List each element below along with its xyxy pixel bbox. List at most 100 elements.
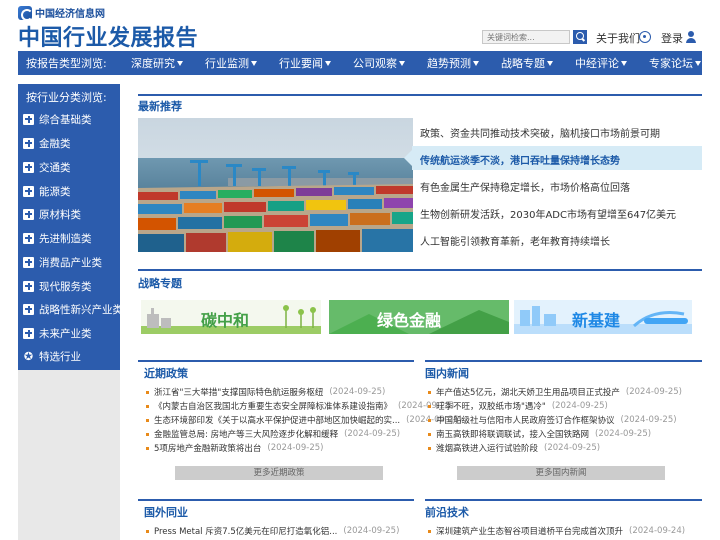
- frontier-divider: [425, 499, 702, 501]
- bullet-icon: [428, 432, 431, 436]
- plus-icon: [23, 327, 34, 339]
- nav-item-strategy-topics[interactable]: 战略专题: [501, 55, 553, 71]
- about-us-link[interactable]: 关于我们: [596, 30, 640, 46]
- news-title: 5项房地产金融新政策将出台: [154, 444, 262, 454]
- news-date: (2024-09-25): [267, 443, 324, 453]
- bullet-icon: [428, 418, 431, 422]
- plus-icon: [23, 208, 34, 220]
- news-title: 中国船级社与信阳市人民政府签订合作框架协议: [436, 416, 615, 426]
- nav-lead-label: 按报告类型浏览:: [26, 57, 107, 70]
- sidebar-item-consumer-goods[interactable]: 消费品产业类: [23, 253, 102, 271]
- sidebar-item-label: 能源类: [39, 185, 71, 198]
- more-policy-button[interactable]: 更多近期政策: [175, 466, 383, 480]
- sidebar-item-label: 战略性新兴产业类: [39, 303, 123, 316]
- sidebar-item-modern-services[interactable]: 现代服务类: [23, 277, 92, 295]
- nav-item-label: 专家论坛: [649, 57, 693, 70]
- bullet-icon: [428, 446, 431, 450]
- sidebar-item-label: 特选行业: [39, 350, 81, 363]
- news-title: 《内蒙古自治区我国北方重要生态安全屏障标准体系建设指南》: [154, 402, 393, 412]
- search-bar: [482, 30, 587, 44]
- news-title: 金融监管总局: 房地产等三大风险逐步化解和缓释: [154, 430, 339, 440]
- news-date: (2024-09-25): [625, 387, 682, 397]
- star-icon: ✪: [23, 349, 34, 363]
- featured-item[interactable]: 政策、资金共同推动技术突破，脑机接口市场前景可期: [420, 125, 660, 140]
- more-domestic-news-button[interactable]: 更多国内新闻: [457, 466, 665, 480]
- sidebar-item-emerging-industries[interactable]: 战略性新兴产业类: [23, 300, 123, 318]
- sidebar-item-general[interactable]: 综合基础类: [23, 110, 92, 128]
- list-item[interactable]: 5项房地产金融新政策将出台 (2024-09-25): [146, 442, 323, 454]
- nav-item-company-watch[interactable]: 公司观察: [353, 55, 405, 71]
- nav-item-label: 战略专题: [501, 57, 545, 70]
- site-title[interactable]: 中国行业发展报告: [18, 20, 198, 52]
- nav-item-commentary[interactable]: 中经评论: [575, 55, 627, 71]
- list-item[interactable]: 年产值达5亿元，湖北天娇卫生用品项目正式投产 (2024-09-25): [428, 386, 682, 398]
- nav-item-industry-monitor[interactable]: 行业监测: [205, 55, 257, 71]
- plus-icon: [23, 256, 34, 268]
- list-item[interactable]: Press Metal 斥资7.5亿美元在印尼打造氧化铝... (2024-09-…: [146, 525, 399, 537]
- news-title: Press Metal 斥资7.5亿美元在印尼打造氧化铝...: [154, 527, 338, 537]
- nav-item-industry-news[interactable]: 行业要闻: [279, 55, 331, 71]
- nav-item-label: 中经评论: [575, 57, 619, 70]
- list-item[interactable]: 深圳建筑产业生态智谷项目道桥平台完成首次顶升 (2024-09-24): [428, 525, 685, 537]
- banner-carbon-neutral[interactable]: 碳中和: [141, 300, 321, 334]
- frontier-title: 前沿技术: [425, 506, 469, 519]
- list-item[interactable]: 中国船级社与信阳市人民政府签订合作框架协议 (2024-09-25): [428, 414, 677, 426]
- domestic-news-title: 国内新闻: [425, 367, 469, 380]
- sidebar-item-finance[interactable]: 金融类: [23, 134, 71, 152]
- site-logo[interactable]: 中国经济信息网: [18, 5, 105, 21]
- foreign-divider: [138, 499, 414, 501]
- featured-item[interactable]: 有色金属生产保持稳定增长，市场价格高位回落: [420, 179, 630, 194]
- search-icon[interactable]: [573, 30, 587, 44]
- news-date: (2024-09-25): [344, 429, 401, 439]
- list-item[interactable]: 金融监管总局: 房地产等三大风险逐步化解和缓释 (2024-09-25): [146, 428, 400, 440]
- list-item[interactable]: 生态环境部印发《关于以高水平保护促进中部地区加快崛起的实... (2024-09-…: [146, 414, 462, 426]
- featured-divider: [138, 94, 702, 96]
- featured-item[interactable]: 生物创新研发活跃，2030年ADC市场有望增至647亿美元: [420, 206, 676, 221]
- featured-hero-image[interactable]: [138, 118, 413, 252]
- list-item[interactable]: 潍烟高铁进入运行试验阶段 (2024-09-25): [428, 442, 600, 454]
- site-header: 中国经济信息网 中国行业发展报告 关于我们 登录: [0, 0, 720, 52]
- report-type-nav: 按报告类型浏览: 深度研究 行业监测 行业要闻 公司观察 趋势预测 战略专题 中…: [18, 51, 702, 75]
- chevron-down-icon: [621, 60, 627, 66]
- user-icon[interactable]: [686, 31, 696, 43]
- sidebar: 按行业分类浏览: 综合基础类 金融类 交通类 能源类 原材料类 先进制造类 消费…: [18, 84, 123, 540]
- news-title: 生态环境部印发《关于以高水平保护促进中部地区加快崛起的实...: [154, 416, 401, 426]
- news-date: (2024-09-25): [329, 387, 386, 397]
- domestic-news-divider: [425, 360, 702, 362]
- nav-item-expert-forum[interactable]: 专家论坛: [649, 55, 701, 71]
- banner-label: 绿色金融: [377, 311, 442, 330]
- list-item[interactable]: 旺季不旺，双胶纸市场"遇冷" (2024-09-25): [428, 400, 608, 412]
- sidebar-item-selected-industries[interactable]: ✪ 特选行业: [23, 347, 81, 365]
- featured-title: 最新推荐: [138, 100, 182, 113]
- news-title: 潍烟高铁进入运行试验阶段: [436, 444, 539, 454]
- login-link[interactable]: 登录: [661, 30, 683, 46]
- banner-new-infrastructure[interactable]: 新基建: [514, 300, 692, 334]
- sidebar-item-future-industries[interactable]: 未来产业类: [23, 324, 92, 342]
- sidebar-item-transport[interactable]: 交通类: [23, 158, 71, 176]
- news-title: 年产值达5亿元，湖北天娇卫生用品项目正式投产: [436, 388, 620, 398]
- sidebar-item-label: 原材料类: [39, 208, 81, 221]
- sidebar-item-raw-materials[interactable]: 原材料类: [23, 205, 81, 223]
- list-item[interactable]: 南玉高铁即将联调联试，接入全国铁路网 (2024-09-25): [428, 428, 651, 440]
- sidebar-item-advanced-manufacturing[interactable]: 先进制造类: [23, 229, 92, 247]
- about-icon[interactable]: [639, 31, 651, 43]
- banner-green-finance[interactable]: 绿色金融: [329, 300, 509, 334]
- featured-item-active[interactable]: 传统航运淡季不淡，港口吞吐量保持增长态势: [420, 152, 620, 167]
- recent-policy-divider: [138, 360, 414, 362]
- bullet-icon: [428, 529, 431, 533]
- chevron-down-icon: [473, 60, 479, 66]
- list-item[interactable]: 浙江省"三大举措"支撑国际特色航运服务枢纽 (2024-09-25): [146, 386, 385, 398]
- sidebar-item-energy[interactable]: 能源类: [23, 182, 71, 200]
- strategy-title: 战略专题: [138, 277, 182, 290]
- sidebar-item-label: 未来产业类: [39, 327, 92, 340]
- nav-item-label: 公司观察: [353, 57, 397, 70]
- nav-item-trend-forecast[interactable]: 趋势预测: [427, 55, 479, 71]
- news-title: 深圳建筑产业生态智谷项目道桥平台完成首次顶升: [436, 527, 624, 537]
- bullet-icon: [428, 404, 431, 408]
- featured-item[interactable]: 人工智能引领教育革新，老年教育持续增长: [420, 233, 610, 248]
- industry-category-panel: 按行业分类浏览: 综合基础类 金融类 交通类 能源类 原材料类 先进制造类 消费…: [18, 84, 123, 370]
- search-input[interactable]: [482, 30, 570, 44]
- news-date: (2024-09-25): [620, 415, 677, 425]
- nav-item-deep-research[interactable]: 深度研究: [131, 55, 183, 71]
- list-item[interactable]: 《内蒙古自治区我国北方重要生态安全屏障标准体系建设指南》 (2024-09-25): [146, 400, 454, 412]
